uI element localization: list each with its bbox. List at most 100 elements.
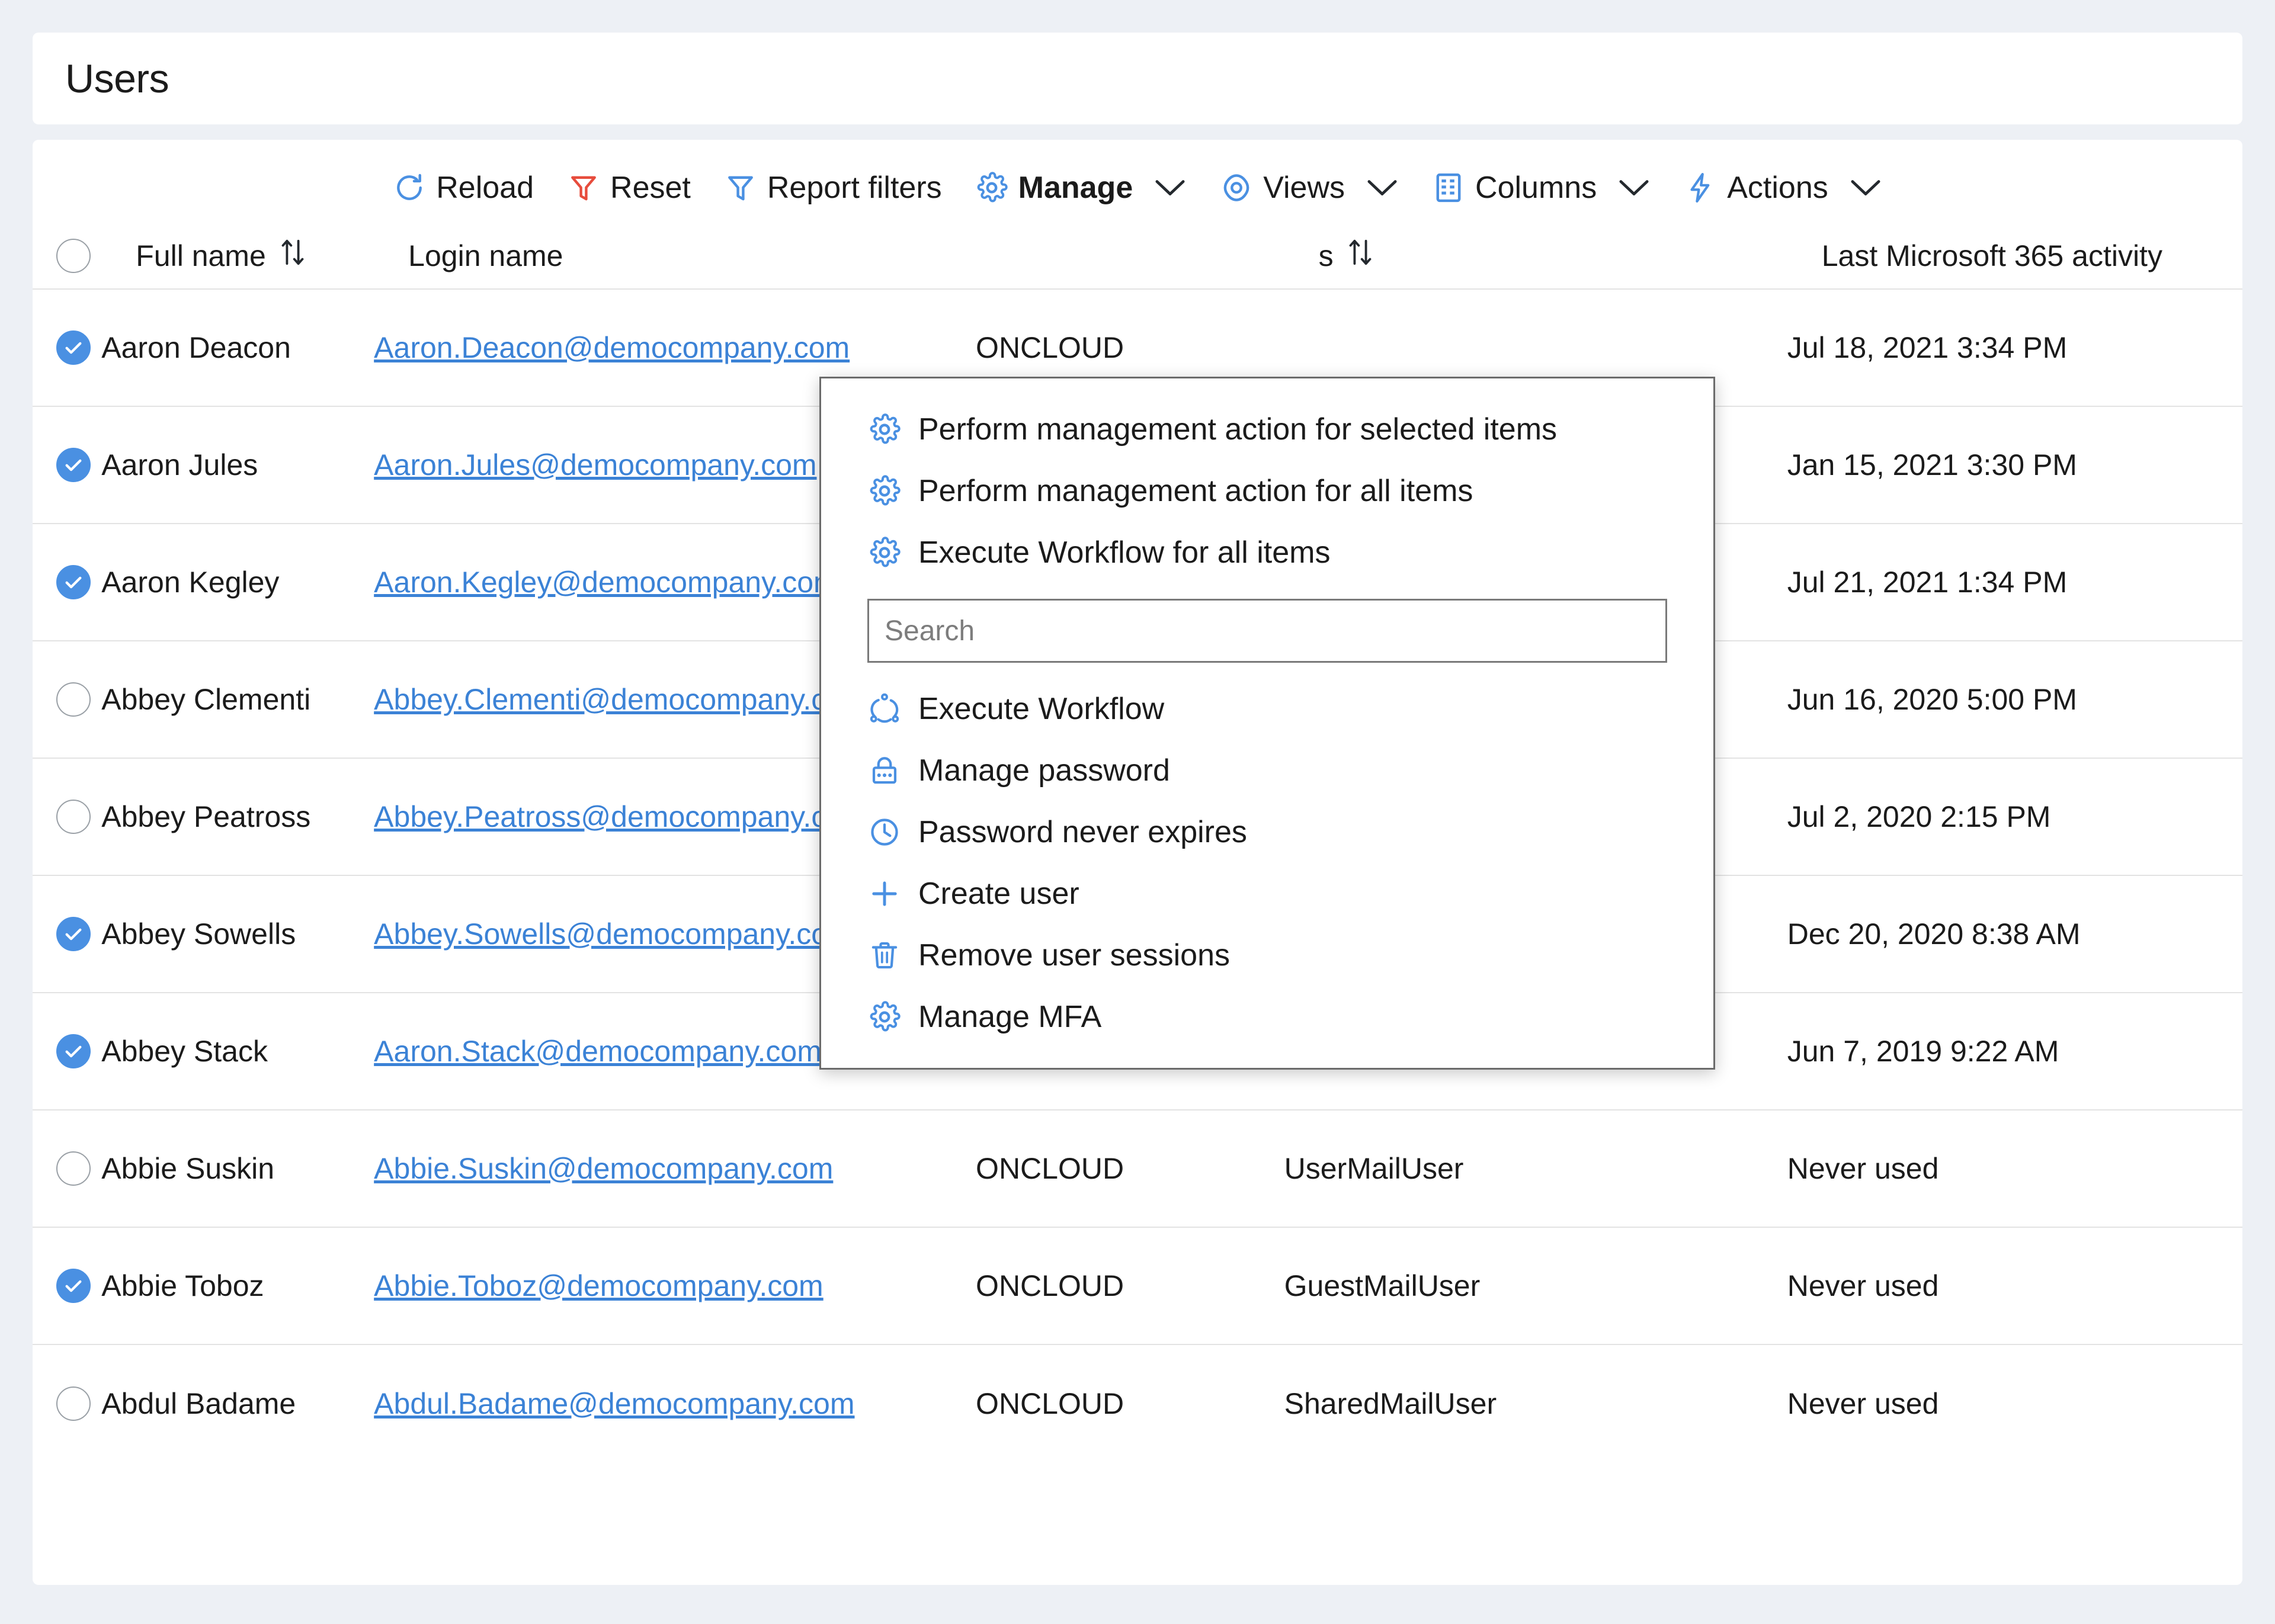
cell-fullname: Abbey Peatross [101,800,311,833]
login-link[interactable]: Abdul.Badame@democompany.com [374,1387,854,1420]
cell-login[interactable]: Abdul.Badame@democompany.com [374,1344,976,1462]
login-link[interactable]: Abbie.Suskin@democompany.com [374,1152,833,1185]
row-checkbox[interactable] [56,1269,91,1303]
row-select-cell[interactable] [33,875,101,993]
menu-item-remove-user-sessions[interactable]: Remove user sessions [821,925,1713,986]
toolbar-button-label: Reload [436,171,534,205]
col-header-type[interactable]: s [1284,223,1787,289]
cell-login[interactable]: Abbie.Suskin@democompany.com [374,1110,976,1227]
cell-type: GuestMailUser [1284,1269,1481,1302]
menu-item-label: Password never expires [918,815,1247,849]
menu-item-manage-password[interactable]: Manage password [821,740,1713,801]
col-header-source[interactable] [976,223,1284,289]
col-header-activity[interactable]: Last Microsoft 365 activity [1787,223,2242,289]
login-link[interactable]: Aaron.Deacon@democompany.com [374,331,850,364]
row-checkbox[interactable] [56,448,91,482]
table-row[interactable]: Abbie Toboz Abbie.Toboz@democompany.com ON… [33,1227,2242,1344]
row-select-cell[interactable] [33,1344,101,1462]
login-link[interactable]: Abbey.Clementi@democompany.com [374,683,867,716]
row-select-cell[interactable] [33,758,101,875]
table-row[interactable]: Abdul Badame Abdul.Badame@democompany.com… [33,1344,2242,1462]
menu-item-execute-workflow-for-all-items[interactable]: Execute Workflow for all items [821,522,1713,583]
row-select-cell[interactable] [33,524,101,641]
toolbar-button-reload[interactable]: Reload [376,164,550,211]
chevron-down-icon[interactable] [1153,178,1187,198]
cell-activity: Dec 20, 2020 8:38 AM [1787,917,2081,951]
row-select-cell[interactable] [33,993,101,1110]
manage-menu-search-input[interactable] [867,599,1667,663]
grid-toolbar: Reload Reset Report filters Manage Views Colu… [33,140,2242,223]
cell-fullname: Aaron Deacon [101,331,291,364]
gear-icon [975,171,1008,204]
cell-fullname: Abbey Sowells [101,917,296,951]
chevron-down-icon[interactable] [1617,178,1651,198]
row-checkbox[interactable] [56,1151,91,1186]
toolbar-button-actions[interactable]: Actions [1667,164,1899,211]
toolbar-button-label: Manage [1018,171,1133,205]
cell-fullname: Aaron Kegley [101,566,280,599]
menu-item-manage-mfa[interactable]: Manage MFA [821,986,1713,1048]
col-header-activity-label: Last Microsoft 365 activity [1821,239,2162,272]
login-link[interactable]: Aaron.Stack@democompany.com [374,1035,822,1068]
cell-fullname: Abbie Toboz [101,1269,264,1302]
menu-item-execute-workflow[interactable]: Execute Workflow [821,678,1713,740]
filter-icon [724,171,757,204]
gear-icon [867,412,902,447]
row-select-cell[interactable] [33,1110,101,1227]
manage-dropdown-menu: Perform management action for selected i… [819,377,1715,1070]
login-link[interactable]: Abbey.Sowells@democompany.com [374,917,853,951]
menu-item-perform-management-action-for-all-items[interactable]: Perform management action for all items [821,460,1713,522]
row-checkbox[interactable] [56,565,91,599]
menu-item-label: Execute Workflow for all items [918,535,1331,570]
cell-fullname: Abdul Badame [101,1387,296,1420]
login-link[interactable]: Aaron.Jules@democompany.com [374,448,816,482]
menu-item-label: Perform management action for selected i… [918,412,1558,447]
chevron-down-icon[interactable] [1849,178,1882,198]
cell-type: UserMailUser [1284,1152,1464,1185]
row-checkbox[interactable] [56,1386,91,1421]
row-select-cell[interactable] [33,406,101,524]
login-link[interactable]: Abbie.Toboz@democompany.com [374,1269,824,1302]
select-all-checkbox[interactable] [56,238,91,273]
toolbar-button-report-filters[interactable]: Report filters [707,164,959,211]
row-checkbox[interactable] [56,800,91,834]
cell-activity: Jul 18, 2021 3:34 PM [1787,331,2068,364]
row-select-cell[interactable] [33,641,101,758]
sort-icon[interactable] [279,237,306,275]
sort-icon[interactable] [1347,237,1374,275]
row-checkbox[interactable] [56,1034,91,1068]
cell-fullname: Abbey Clementi [101,683,311,716]
col-header-type-label: s [1318,239,1334,272]
col-header-login[interactable]: Login name [374,223,976,289]
row-checkbox[interactable] [56,330,91,365]
menu-item-create-user[interactable]: Create user [821,863,1713,925]
gear-icon [867,1000,902,1034]
cell-activity: Jun 7, 2019 9:22 AM [1787,1035,2059,1068]
toolbar-button-views[interactable]: Views [1203,164,1415,211]
row-checkbox[interactable] [56,682,91,717]
menu-item-label: Manage MFA [918,1000,1102,1034]
gear-icon [867,474,902,508]
login-link[interactable]: Aaron.Kegley@democompany.com [374,566,838,599]
row-select-cell[interactable] [33,1227,101,1344]
cell-login[interactable]: Abbie.Toboz@democompany.com [374,1227,976,1344]
col-header-fullname[interactable]: Full name [101,223,374,289]
table-row[interactable]: Abbie Suskin Abbie.Suskin@democompany.com… [33,1110,2242,1227]
toolbar-button-columns[interactable]: Columns [1415,164,1667,211]
row-select-cell[interactable] [33,289,101,406]
menu-item-label: Create user [918,877,1079,911]
cell-activity: Never used [1787,1269,1939,1302]
chevron-down-icon[interactable] [1366,178,1399,198]
users-grid-card: Reload Reset Report filters Manage Views Colu… [33,140,2242,1585]
menu-item-perform-management-action-for-selected-items[interactable]: Perform management action for selected i… [821,399,1713,460]
menu-item-password-never-expires[interactable]: Password never expires [821,801,1713,863]
cell-activity: Jan 15, 2021 3:30 PM [1787,448,2077,482]
login-link[interactable]: Abbey.Peatross@democompany.com [374,800,867,833]
select-all-header[interactable] [33,223,101,289]
toolbar-button-label: Views [1263,171,1345,205]
toolbar-button-reset[interactable]: Reset [550,164,707,211]
menu-item-label: Remove user sessions [918,938,1230,973]
row-checkbox[interactable] [56,917,91,951]
toolbar-button-manage[interactable]: Manage [959,164,1204,211]
cell-fullname: Abbey Stack [101,1035,268,1068]
